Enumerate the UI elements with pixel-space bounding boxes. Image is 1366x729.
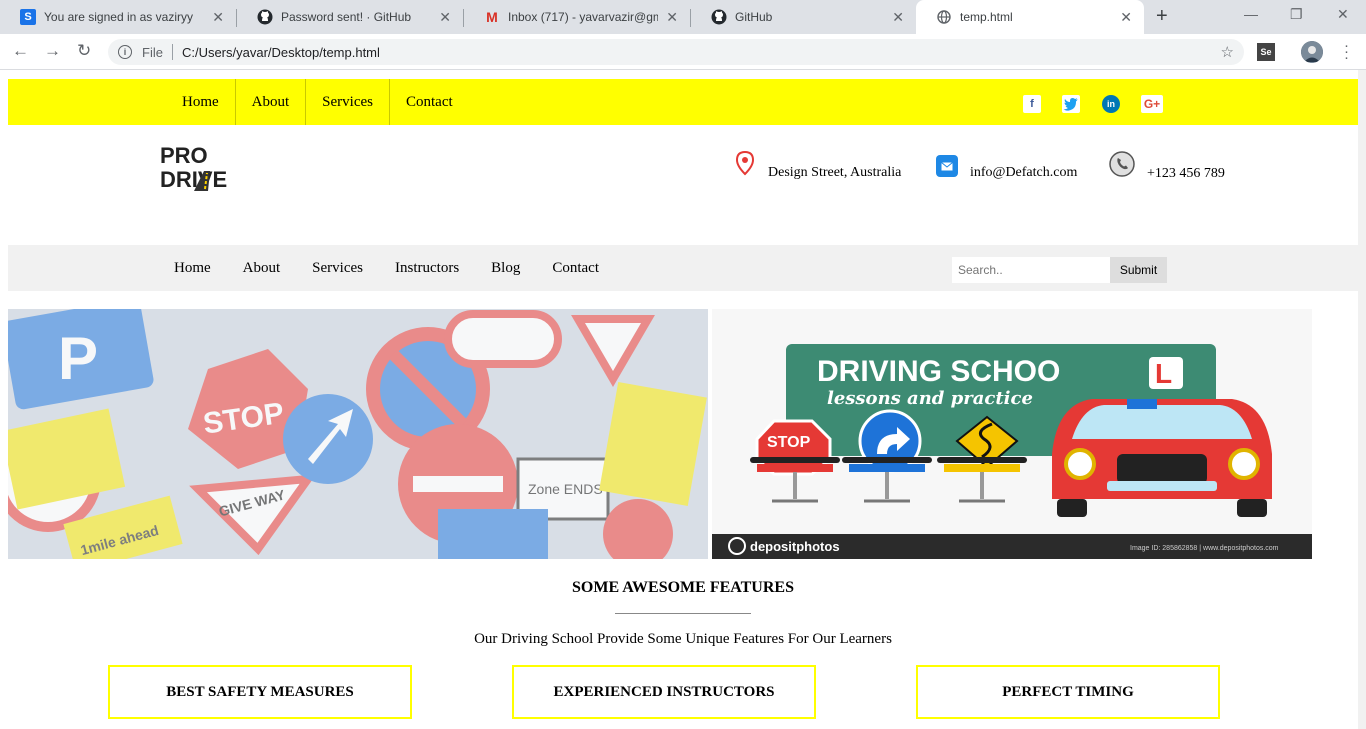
feature-box-instructors: EXPERIENCED INSTRUCTORS <box>512 665 816 719</box>
separator <box>171 44 173 60</box>
driving-school-image: DRIVING SCHOO L lessons and practice STO… <box>712 309 1312 559</box>
feature-box-safety: BEST SAFETY MEASURES <box>108 665 412 719</box>
close-icon[interactable]: ✕ <box>212 9 224 26</box>
main-nav-links: Home About Services Instructors Blog Con… <box>158 245 615 291</box>
nav-home[interactable]: Home <box>158 245 227 291</box>
nav-contact[interactable]: Contact <box>536 245 615 291</box>
profile-avatar[interactable] <box>1301 41 1323 63</box>
address-text: Design Street, Australia <box>768 165 902 180</box>
svg-text:L: L <box>1155 358 1172 389</box>
site-header: PRO DRIVE Design Street, Australia info@… <box>8 125 1358 245</box>
tab-gmail-inbox[interactable]: M Inbox (717) - yavarvazir@gmail ✕ <box>464 0 690 34</box>
svg-text:PRO: PRO <box>160 143 208 168</box>
phone-icon <box>1109 151 1135 182</box>
tab-title: Password sent! · GitHub <box>281 10 412 24</box>
tab-title: You are signed in as vaziryy <box>44 10 193 24</box>
feature-label: EXPERIENCED INSTRUCTORS <box>553 683 775 700</box>
svg-text:Zone ENDS: Zone ENDS <box>528 481 603 497</box>
info-icon[interactable]: i <box>118 45 132 59</box>
tab-signed-in[interactable]: S You are signed in as vaziryy ✕ <box>0 0 236 34</box>
tab-password-sent[interactable]: Password sent! · GitHub ✕ <box>237 0 463 34</box>
top-bar: Home About Services Contact f in G+ <box>8 79 1358 125</box>
close-icon[interactable]: ✕ <box>439 9 451 26</box>
svg-text:DRIVING SCHOO: DRIVING SCHOO <box>817 355 1060 388</box>
github-icon <box>711 9 727 25</box>
features-subtitle: Our Driving School Provide Some Unique F… <box>474 631 892 647</box>
feature-box-timing: PERFECT TIMING <box>916 665 1220 719</box>
close-icon[interactable]: ✕ <box>1120 9 1132 26</box>
linkedin-icon[interactable]: in <box>1102 95 1120 113</box>
nav-about[interactable]: About <box>227 245 297 291</box>
close-icon[interactable]: ✕ <box>892 9 904 26</box>
contact-phone: +123 456 789 <box>1109 151 1225 182</box>
menu-dots-icon[interactable]: · · · <box>1344 38 1349 65</box>
search-input[interactable] <box>952 257 1110 283</box>
omnibox[interactable]: i File C:/Users/yavar/Desktop/temp.html … <box>108 39 1244 65</box>
email-text: info@Defatch.com <box>970 165 1078 180</box>
top-nav-about[interactable]: About <box>236 79 307 125</box>
twitter-icon[interactable] <box>1062 95 1080 113</box>
address-bar: ← → ↻ i File C:/Users/yavar/Desktop/temp… <box>0 34 1366 70</box>
tab-github[interactable]: GitHub ✕ <box>691 0 916 34</box>
svg-text:STOP: STOP <box>767 434 811 451</box>
envelope-icon <box>936 155 958 177</box>
url-text: C:/Users/yavar/Desktop/temp.html <box>181 44 380 60</box>
google-plus-icon[interactable]: G+ <box>1141 95 1163 113</box>
gmail-icon: M <box>486 9 498 25</box>
window-close-icon[interactable]: ✕ <box>1337 6 1349 23</box>
svg-text:Image ID: 285862858 | www.de: Image ID: 285862858 | www.depositphotos.… <box>1130 545 1279 552</box>
close-icon[interactable]: ✕ <box>666 9 678 26</box>
svg-text:DRIVE: DRIVE <box>160 167 227 191</box>
nav-services[interactable]: Services <box>296 245 379 291</box>
svg-text:P: P <box>58 325 98 392</box>
star-icon[interactable]: ☆ <box>1221 43 1234 61</box>
tab-temp-html[interactable]: temp.html ✕ <box>916 0 1144 34</box>
prodrive-logo[interactable]: PRO DRIVE <box>160 141 258 192</box>
nav-instructors[interactable]: Instructors <box>379 245 475 291</box>
reload-icon[interactable]: ↻ <box>77 41 91 61</box>
minimize-icon[interactable]: — <box>1244 6 1258 22</box>
tab-title: temp.html <box>960 10 1013 24</box>
phone-text: +123 456 789 <box>1147 165 1225 181</box>
nav-blog[interactable]: Blog <box>475 245 536 291</box>
s-favicon-icon: S <box>20 9 36 25</box>
road-signs-image: P STOP 50 GIVE WAY Zone ENDS 1mile ahead <box>8 309 708 559</box>
back-arrow-icon[interactable]: ← <box>12 41 29 61</box>
top-nav: Home About Services Contact <box>166 79 469 125</box>
main-nav: Home About Services Instructors Blog Con… <box>8 245 1358 291</box>
location-pin-icon <box>732 150 758 181</box>
file-label: File <box>142 44 163 60</box>
feature-label: PERFECT TIMING <box>1002 683 1134 700</box>
tab-title: Inbox (717) - yavarvazir@gmail <box>508 10 658 24</box>
contact-email: info@Defatch.com <box>936 155 1078 181</box>
new-tab-icon[interactable]: + <box>1156 5 1168 28</box>
svg-text:lessons and practice: lessons and practice <box>827 388 1033 409</box>
github-icon <box>257 9 273 25</box>
svg-text:depositphotos: depositphotos <box>750 539 840 554</box>
feature-label: BEST SAFETY MEASURES <box>166 683 354 700</box>
browser-tab-strip: S You are signed in as vaziryy ✕ Passwor… <box>0 0 1366 34</box>
facebook-icon[interactable]: f <box>1023 95 1041 113</box>
features-heading: SOME AWESOME FEATURES <box>572 579 794 596</box>
tab-title: GitHub <box>735 10 773 24</box>
top-nav-contact[interactable]: Contact <box>390 79 469 125</box>
restore-icon[interactable]: ❐ <box>1290 6 1303 23</box>
forward-arrow-icon[interactable]: → <box>44 41 61 61</box>
extension-icon[interactable]: Se <box>1257 43 1275 61</box>
submit-button[interactable]: Submit <box>1110 257 1167 283</box>
top-nav-services[interactable]: Services <box>306 79 390 125</box>
contact-address: Design Street, Australia <box>732 150 902 181</box>
top-nav-home[interactable]: Home <box>166 79 236 125</box>
globe-icon <box>936 9 952 25</box>
features-divider <box>615 613 751 614</box>
